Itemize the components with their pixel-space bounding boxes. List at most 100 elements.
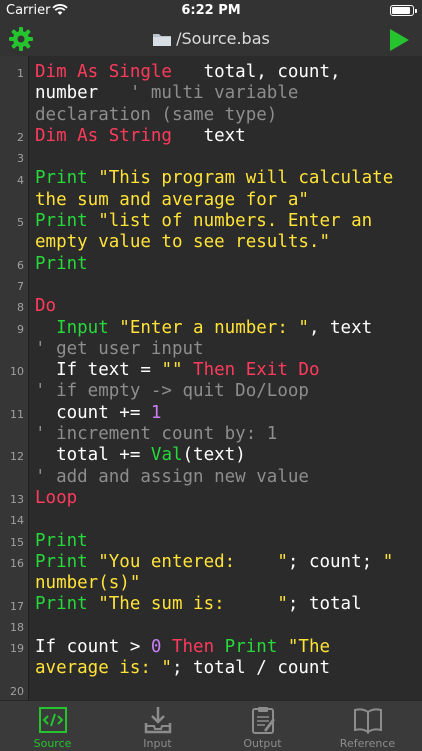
code-editor[interactable]: 1 2 3 4 5 6 7 8 9 10 11 12 13 14 15 16 17 18 19 20 Dim As S…: [0, 56, 422, 700]
code-line: If count > 0 Then Print "The: [35, 637, 415, 658]
line-number: 10: [10, 365, 24, 379]
line-number: 15: [10, 535, 24, 549]
code-token: "The sum is: ": [98, 594, 288, 615]
book-icon: [354, 708, 382, 734]
code-token: "You entered: ": [98, 551, 288, 572]
code-token: ; total: [287, 594, 362, 615]
line-number: 2: [17, 130, 24, 144]
code-token: Dim As Single: [35, 62, 172, 82]
code-token: number: [35, 83, 130, 104]
code-token: Loop: [35, 487, 78, 508]
code-token: "The: [287, 637, 331, 658]
battery-icon: [390, 5, 417, 16]
line-number: 12: [10, 450, 24, 464]
code-token: number(s)": [35, 573, 141, 594]
code-token: ' if empty -> quit Do/Loop: [35, 381, 309, 402]
code-line: ' if empty -> quit Do/Loop: [35, 381, 415, 402]
code-line: Loop: [35, 488, 415, 509]
code-token: 1: [150, 402, 162, 423]
code-token: Dim As String: [35, 125, 172, 146]
tab-bar: Source Input Output Reference: [0, 700, 422, 751]
code-token: Print: [224, 637, 288, 658]
code-token: ; count;: [287, 551, 383, 572]
code-token: 0: [150, 637, 162, 658]
play-icon[interactable]: [388, 28, 410, 52]
line-number: 13: [10, 493, 24, 506]
code-token: "": [161, 360, 183, 381]
code-token: "This program will calculate: [98, 168, 394, 189]
code-token: average is: ": [35, 658, 172, 679]
line-number: 9: [17, 322, 24, 336]
code-token: If count >: [35, 637, 151, 658]
code-line: ' get user input: [35, 339, 415, 360]
code-token: the sum and average for a": [35, 189, 309, 210]
tab-input[interactable]: Input: [105, 701, 210, 751]
code-token: , text: [308, 317, 373, 338]
line-number: 3: [17, 152, 24, 166]
folder-icon: [153, 34, 172, 46]
nav-bar: /Source.bas: [0, 22, 422, 56]
line-number: 17: [10, 599, 24, 613]
tab-source-label: Source: [33, 737, 72, 750]
code-token: Then: [161, 637, 225, 658]
tab-reference[interactable]: Reference: [315, 701, 420, 751]
code-token: Print: [35, 551, 99, 572]
line-number: 7: [17, 280, 24, 293]
code-token: total, count,: [171, 62, 341, 82]
code-token: total +=: [35, 445, 151, 466]
code-token: count +=: [35, 402, 151, 423]
code-line: number ' multi variable: [35, 83, 415, 104]
line-number: 14: [10, 514, 24, 528]
tab-output[interactable]: Output: [210, 701, 315, 751]
code-token: Print: [35, 530, 88, 551]
code-line: Print: [35, 254, 415, 275]
code-line: Input "Enter a number: ", text: [35, 318, 415, 339]
code-token: Print: [35, 253, 88, 274]
code-token: ' increment count by: 1: [35, 424, 278, 445]
code-line: empty value to see results.": [35, 232, 415, 253]
code-token: "Enter a number: ": [119, 317, 309, 338]
code-line: Dim As String text: [35, 126, 415, 147]
code-token: Print: [35, 168, 99, 189]
source-code[interactable]: Dim As Single total, count, number ' mult…: [35, 62, 415, 700]
tab-source[interactable]: Source: [0, 701, 105, 751]
line-number: 4: [17, 173, 24, 187]
code-line: declaration (same type): [35, 105, 415, 126]
code-token: text: [171, 125, 246, 146]
code-token: ' get user input: [35, 338, 204, 359]
clipboard-icon: [252, 707, 275, 734]
code-line: Dim As Single total, count,: [35, 62, 415, 83]
code-line: total += Val(text): [35, 445, 415, 466]
code-token: ": [382, 551, 394, 572]
code-token: (text): [182, 445, 246, 466]
code-line: Print "The sum is: "; total: [35, 594, 415, 615]
code-line: If text = "" Then Exit Do: [35, 360, 415, 381]
code-icon: [39, 707, 67, 733]
line-number: 16: [10, 556, 24, 570]
code-token: Input: [56, 317, 120, 338]
code-token: ; total / count: [171, 658, 331, 679]
code-token: Print: [35, 211, 99, 232]
code-line: number(s)": [35, 573, 415, 594]
code-line: count += 1: [35, 403, 415, 424]
tab-output-label: Output: [243, 737, 282, 750]
line-number: 19: [10, 642, 24, 656]
code-line: Print: [35, 531, 415, 552]
line-number: 5: [17, 216, 24, 230]
code-token: ' add and assign new value: [35, 466, 309, 487]
code-token: empty value to see results.": [35, 232, 331, 253]
code-line: Print "You entered: "; count; ": [35, 552, 415, 573]
tab-reference-label: Reference: [339, 737, 396, 750]
line-number: 18: [10, 620, 24, 634]
line-number: 8: [17, 301, 24, 315]
code-token: ' multi variable: [129, 83, 299, 104]
line-number: 6: [17, 258, 24, 272]
code-line: ' add and assign new value: [35, 467, 415, 488]
code-line: Do: [35, 296, 415, 317]
file-title: /Source.bas: [0, 29, 422, 48]
